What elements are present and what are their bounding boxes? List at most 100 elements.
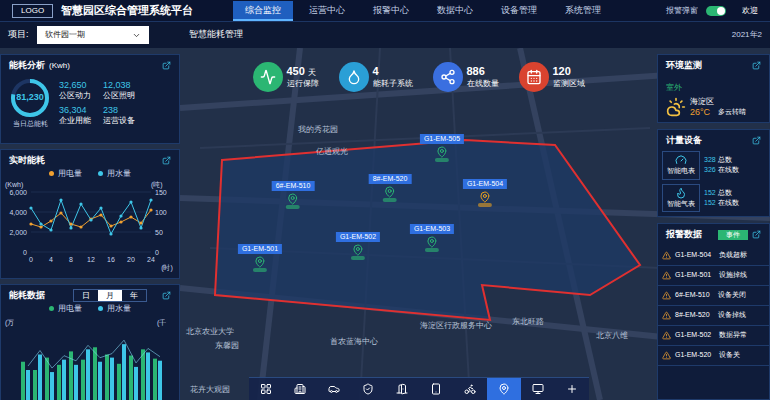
- map-label: 东馨园: [215, 340, 239, 352]
- map-pin[interactable]: G1-EM-502: [336, 232, 380, 260]
- nav-tab[interactable]: 系统管理: [553, 1, 613, 21]
- realtime-header: 实时能耗: [1, 150, 179, 168]
- alarm-row[interactable]: G1-EM-520设备关: [658, 346, 769, 366]
- warning-icon: [662, 351, 671, 360]
- toolbar-button[interactable]: [283, 378, 317, 400]
- panel-title: 环境监测: [666, 59, 702, 73]
- meters-header: 计量设备: [658, 130, 769, 148]
- toolbar-button[interactable]: [419, 378, 453, 400]
- alarm-row[interactable]: G1-EM-501设施掉线: [658, 266, 769, 286]
- stat-icon: [260, 69, 276, 85]
- toolbar-button[interactable]: [487, 378, 521, 400]
- bottom-toolbar: [249, 377, 589, 400]
- toolbar-button[interactable]: [385, 378, 419, 400]
- alarm-popup-toggle[interactable]: [706, 6, 726, 16]
- pin-icon: [384, 186, 396, 198]
- period-tab[interactable]: 月: [98, 290, 122, 301]
- toolbar-button[interactable]: [351, 378, 385, 400]
- expand-icon[interactable]: [752, 230, 761, 239]
- alarm-tab[interactable]: 事件: [718, 230, 748, 240]
- map-pin[interactable]: G1-EM-501: [238, 244, 282, 272]
- dropdown-icon: [132, 31, 141, 40]
- toolbar-icon: [430, 383, 442, 395]
- project-select[interactable]: 软件园一期: [37, 26, 149, 44]
- total-donut: 81,230: [9, 77, 51, 119]
- warning-icon: [662, 251, 671, 260]
- expand-icon[interactable]: [162, 291, 171, 300]
- expand-icon[interactable]: [162, 61, 171, 70]
- panel-title: 实时能耗: [9, 154, 45, 168]
- weather-icon: [666, 97, 686, 117]
- toolbar-button[interactable]: [317, 378, 351, 400]
- period-tab[interactable]: 年: [122, 290, 146, 301]
- toolbar-icon: [464, 383, 476, 395]
- bar-chart: (万(千: [1, 315, 177, 400]
- expand-icon[interactable]: [162, 156, 171, 165]
- map-pin[interactable]: G1-EM-504: [463, 179, 507, 207]
- alarm-row[interactable]: 8#-EM-520设备掉线: [658, 306, 769, 326]
- toolbar-button[interactable]: [555, 378, 589, 400]
- map-pin[interactable]: 8#-EM-520: [369, 174, 412, 202]
- chart-legend: 用电量用水量: [1, 303, 179, 315]
- alarm-popup-label: 报警弹窗: [666, 5, 698, 17]
- map-pin[interactable]: G1-EM-505: [420, 134, 464, 162]
- pin-label: 8#-EM-520: [369, 174, 412, 184]
- toolbar-button[interactable]: [249, 378, 283, 400]
- legend-dot: [98, 306, 103, 311]
- svg-text:(吨): (吨): [151, 181, 163, 189]
- main-nav: 综合监控运营中心报警中心数据中心设备管理系统管理: [233, 1, 613, 21]
- svg-text:8: 8: [69, 256, 73, 263]
- map-pin[interactable]: G1-EM-503: [410, 224, 454, 252]
- nav-tab[interactable]: 综合监控: [233, 1, 293, 21]
- nav-tab[interactable]: 运营中心: [297, 1, 357, 21]
- pin-icon: [426, 236, 438, 248]
- panel-title: 能耗数据: [9, 289, 45, 303]
- expand-icon[interactable]: [752, 136, 761, 145]
- svg-text:4,000: 4,000: [9, 209, 27, 216]
- nav-tab[interactable]: 数据中心: [425, 1, 485, 21]
- section-title: 智慧能耗管理: [189, 28, 243, 42]
- period-tab[interactable]: 日: [74, 290, 98, 301]
- svg-text:0: 0: [23, 249, 27, 256]
- alarm-row[interactable]: 6#-EM-510设备关闭: [658, 286, 769, 306]
- pin-base: [351, 256, 365, 260]
- line-chart: (Kwh)(吨)6,0004,0002,00001501005000481216…: [1, 180, 177, 272]
- pin-icon: [287, 193, 299, 205]
- nav-tab[interactable]: 报警中心: [361, 1, 421, 21]
- toolbar-button[interactable]: [453, 378, 487, 400]
- panel-title: 能耗分析: [9, 59, 45, 73]
- svg-text:20: 20: [127, 256, 135, 263]
- pin-base: [435, 158, 449, 162]
- pin-icon: [352, 244, 364, 256]
- map-label: 首农蓝海中心: [330, 336, 378, 348]
- stat-icon: [440, 69, 456, 85]
- toolbar-icon: [396, 383, 408, 395]
- alarm-row[interactable]: G1-EM-502数据异常: [658, 326, 769, 346]
- environment-header: 环境监测: [658, 55, 769, 73]
- pin-label: G1-EM-505: [420, 134, 464, 144]
- logo: LOGO: [12, 4, 53, 18]
- pin-label: G1-EM-503: [410, 224, 454, 234]
- toggle-knob: [717, 7, 725, 15]
- toolbar-icon: [362, 383, 374, 395]
- pin-label: G1-EM-502: [336, 232, 380, 242]
- map-pin[interactable]: 6#-EM-510: [272, 181, 315, 209]
- stat-badge: [339, 62, 369, 92]
- energy-data-header: 能耗数据 日月年: [1, 285, 179, 303]
- svg-text:6,000: 6,000: [9, 189, 27, 196]
- pin-base: [253, 268, 267, 272]
- pin-icon: [436, 146, 448, 158]
- energy-stat: 36,304企业用能: [59, 105, 91, 126]
- nav-tab[interactable]: 设备管理: [489, 1, 549, 21]
- meter-icon: [675, 154, 687, 166]
- expand-icon[interactable]: [752, 61, 761, 70]
- total-value: 81,230: [9, 77, 51, 119]
- stat-item: 4 能耗子系统: [339, 62, 413, 92]
- energy-analysis-header: 能耗分析(Kwh): [1, 55, 179, 73]
- stat-badge: [433, 62, 463, 92]
- toolbar-button[interactable]: [521, 378, 555, 400]
- meters-panel: 计量设备智能电表328 总数326 在线数智能气表152 总数152 在线数: [657, 129, 770, 218]
- map-label: 海淀区行政服务中心: [420, 320, 492, 332]
- toolbar-icon: [260, 383, 272, 395]
- alarm-row[interactable]: G1-EM-504负载超标: [658, 246, 769, 266]
